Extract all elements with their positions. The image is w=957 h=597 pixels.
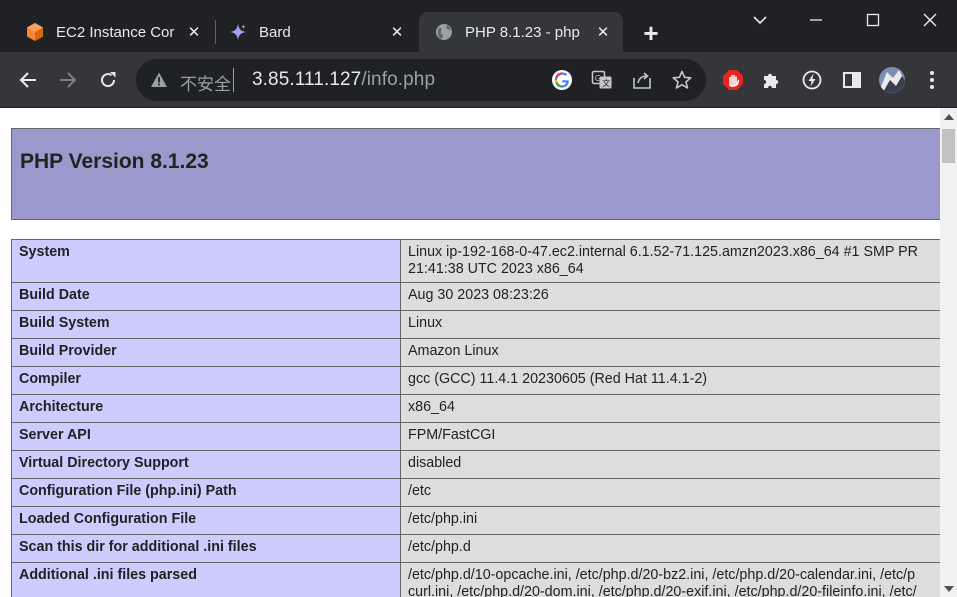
page-content[interactable]: PHP Version 8.1.23 System Linux ip-192-16… [0, 108, 940, 597]
row-value-line: /etc/php.d [408, 539, 471, 555]
row-value: FPM/FastCGI [400, 422, 940, 451]
row-value: Linux [400, 310, 940, 339]
row-value: /etc [400, 478, 940, 507]
row-value-line: gcc (GCC) 11.4.1 20230605 (Red Hat 11.4.… [408, 371, 708, 387]
tab-search-chevron-icon[interactable] [748, 8, 772, 32]
bookmark-star-icon[interactable] [670, 68, 694, 92]
scroll-down-arrow-icon[interactable] [944, 586, 954, 592]
row-value-line: /etc [408, 483, 432, 499]
warning-triangle-icon[interactable] [150, 71, 168, 89]
row-label: Build Date [11, 282, 401, 311]
tab-title: PHP 8.1.23 - php [465, 23, 580, 41]
scroll-thumb[interactable] [942, 129, 955, 163]
row-label: Virtual Directory Support [11, 450, 401, 479]
row-value-line: 21:41:38 UTC 2023 x86_64 [408, 261, 584, 277]
row-value-line: x86_64 [408, 399, 455, 415]
row-value-line: disabled [408, 455, 462, 471]
back-arrow-icon[interactable] [12, 64, 44, 96]
tab-close-icon[interactable]: ✕ [387, 22, 407, 42]
row-value-line: curl.ini, /etc/php.d/20-dom.ini, /etc/ph… [408, 584, 917, 597]
performance-bolt-icon[interactable] [796, 64, 828, 96]
share-icon[interactable] [630, 68, 654, 92]
address-bar[interactable]: 不安全 3.85.111.127/info.php G文 [136, 59, 706, 101]
row-value-line: /etc/php.ini [408, 511, 478, 527]
tab-close-icon[interactable]: ✕ [593, 22, 613, 42]
row-value: Linux ip-192-168-0-47.ec2.internal 6.1.5… [400, 239, 940, 283]
row-value: disabled [400, 450, 940, 479]
row-value: x86_64 [400, 394, 940, 423]
browser-toolbar: 不安全 3.85.111.127/info.php G文 [0, 52, 957, 108]
side-panel-icon[interactable] [836, 64, 868, 96]
svg-text:文: 文 [602, 78, 610, 88]
tab-title: EC2 Instance Cor [56, 23, 175, 41]
tab-ec2-instance[interactable]: EC2 Instance Cor ✕ [0, 12, 214, 52]
url-text[interactable]: 3.85.111.127/info.php [252, 69, 435, 91]
row-label: Additional .ini files parsed [11, 562, 401, 597]
maximize-icon[interactable] [861, 8, 885, 32]
page-scrollbar[interactable] [940, 108, 957, 597]
table-row: Scan this dir for additional .ini files /… [11, 534, 940, 563]
php-version-header: PHP Version 8.1.23 [11, 128, 940, 220]
row-value-line: Aug 30 2023 08:23:26 [408, 287, 549, 303]
google-lens-g-icon[interactable] [550, 68, 574, 92]
tab-title: Bard [259, 23, 291, 41]
row-label: System [11, 239, 401, 283]
row-label: Loaded Configuration File [11, 506, 401, 535]
table-row: Build System Linux [11, 310, 940, 339]
row-value: /etc/php.d [400, 534, 940, 563]
bard-sparkle-icon [229, 23, 247, 41]
row-label: Scan this dir for additional .ini files [11, 534, 401, 563]
row-value-line: Amazon Linux [408, 343, 499, 359]
minimize-icon[interactable] [804, 8, 828, 32]
address-divider [233, 68, 234, 92]
new-tab-button[interactable]: + [638, 18, 664, 48]
not-secure-label[interactable]: 不安全 [180, 70, 231, 95]
page-title: PHP Version 8.1.23 [20, 150, 209, 173]
table-row: Build Provider Amazon Linux [11, 338, 940, 367]
tab-php-info[interactable]: PHP 8.1.23 - php ✕ [419, 12, 623, 52]
row-label: Compiler [11, 366, 401, 395]
php-info-table: System Linux ip-192-168-0-47.ec2.internal… [11, 239, 940, 597]
row-value: /etc/php.ini [400, 506, 940, 535]
scroll-up-arrow-icon[interactable] [944, 114, 954, 120]
table-row: Configuration File (php.ini) Path/etc [11, 478, 940, 507]
table-row: Virtual Directory Support disabled [11, 450, 940, 479]
url-path: /info.php [361, 69, 436, 90]
kebab-menu-icon[interactable] [916, 64, 948, 96]
table-row: Architecture x86_64 [11, 394, 940, 423]
tab-close-icon[interactable]: ✕ [184, 22, 204, 42]
table-row: Compiler gcc (GCC) 11.4.1 20230605 (Red H… [11, 366, 940, 395]
table-row: Build Date Aug 30 2023 08:23:26 [11, 282, 940, 311]
profile-avatar[interactable] [876, 64, 908, 96]
row-value-line: Linux ip-192-168-0-47.ec2.internal 6.1.5… [408, 244, 918, 260]
row-label: Server API [11, 422, 401, 451]
browser-titlebar: EC2 Instance Cor ✕ Bard ✕ PHP 8.1.23 - p… [0, 0, 957, 52]
row-value-line: FPM/FastCGI [408, 427, 496, 443]
svg-text:G: G [595, 74, 601, 83]
globe-icon [435, 23, 453, 41]
row-value-line: Linux [408, 315, 443, 331]
table-row: Loaded Configuration File/etc/php.ini [11, 506, 940, 535]
row-value: /etc/php.d/10-opcache.ini, /etc/php.d/20… [400, 562, 940, 597]
row-value: Aug 30 2023 08:23:26 [400, 282, 940, 311]
row-label: Architecture [11, 394, 401, 423]
row-value: Amazon Linux [400, 338, 940, 367]
row-label: Build Provider [11, 338, 401, 367]
reload-icon[interactable] [92, 64, 124, 96]
adblock-hand-icon[interactable] [717, 64, 749, 96]
row-value: gcc (GCC) 11.4.1 20230605 (Red Hat 11.4.… [400, 366, 940, 395]
tab-bard[interactable]: Bard ✕ [203, 12, 417, 52]
table-row: Server API FPM/FastCGI [11, 422, 940, 451]
row-label: Build System [11, 310, 401, 339]
row-label: Configuration File (php.ini) Path [11, 478, 401, 507]
aws-ec2-icon [26, 23, 44, 41]
table-row: System Linux ip-192-168-0-47.ec2.internal… [11, 239, 940, 283]
window-close-icon[interactable] [918, 8, 942, 32]
extensions-puzzle-icon[interactable] [756, 64, 788, 96]
table-row: Additional .ini files parsed/etc/php.d/1… [11, 562, 940, 597]
forward-arrow-icon[interactable] [52, 64, 84, 96]
translate-icon[interactable]: G文 [590, 68, 614, 92]
url-host: 3.85.111.127 [252, 69, 362, 90]
row-value-line: /etc/php.d/10-opcache.ini, /etc/php.d/20… [408, 567, 916, 583]
